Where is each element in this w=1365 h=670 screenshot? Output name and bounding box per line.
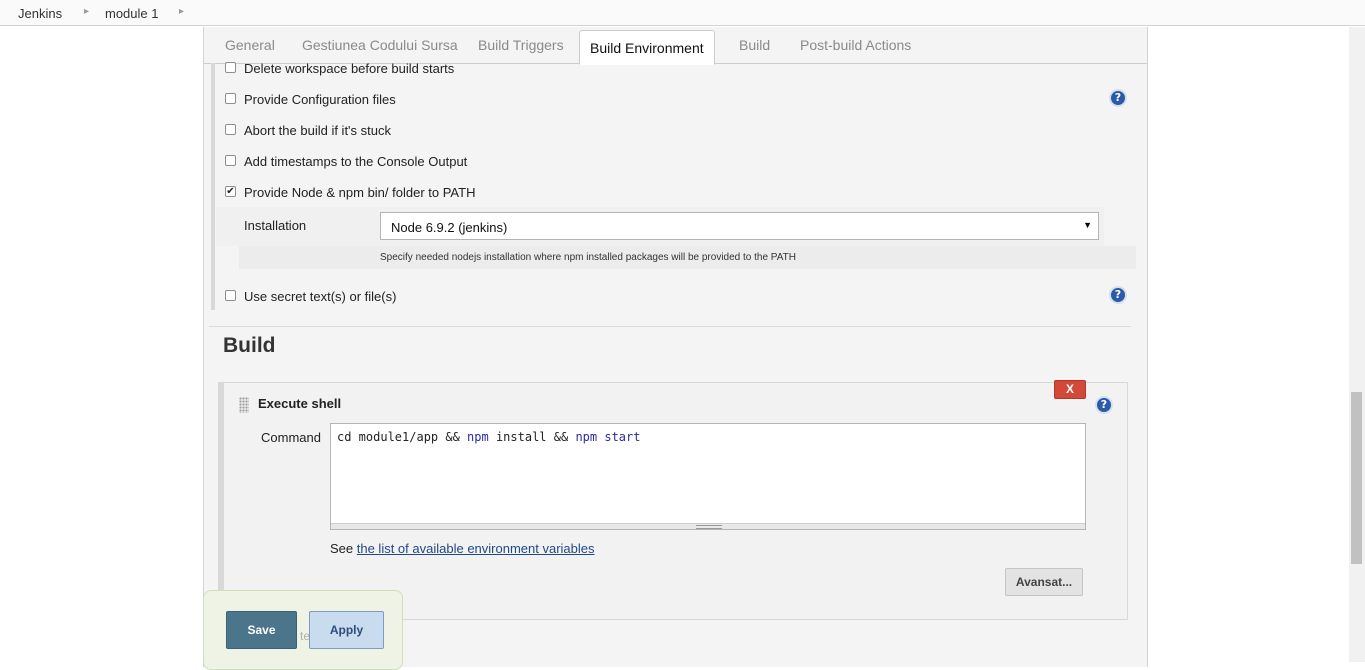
tab-build-triggers[interactable]: Build Triggers: [478, 37, 564, 53]
checkbox[interactable]: [225, 124, 236, 135]
tab-general[interactable]: General: [225, 37, 275, 53]
command-textarea[interactable]: cd module1/app && npm install && npm sta…: [330, 423, 1086, 530]
build-step-title: Execute shell: [258, 396, 342, 411]
help-icon[interactable]: ?: [1095, 396, 1113, 414]
dropdown-arrow-icon[interactable]: ▼: [1083, 220, 1092, 230]
env-vars-prefix: See: [330, 541, 357, 556]
breadcrumb: Jenkins ▸ module 1 ▸: [0, 0, 1365, 26]
tab-scm[interactable]: Gestiunea Codului Sursa: [302, 37, 458, 53]
tab-build-environment[interactable]: Build Environment: [579, 30, 715, 65]
checkbox[interactable]: [225, 155, 236, 166]
help-icon[interactable]: ?: [1109, 286, 1127, 304]
option-label: Provide Configuration files: [244, 92, 396, 107]
option-label: Use secret text(s) or file(s): [244, 289, 397, 304]
env-vars-link[interactable]: the list of available environment variab…: [357, 541, 595, 556]
checkbox[interactable]: [225, 290, 236, 301]
drag-handle-icon[interactable]: [239, 397, 249, 413]
breadcrumb-item-jenkins[interactable]: Jenkins: [18, 6, 62, 21]
section-tabs: General Gestiunea Codului Sursa Build Tr…: [204, 27, 1147, 65]
installation-hint: Specify needed nodejs installation where…: [380, 252, 796, 263]
scrollbar-thumb[interactable]: [1351, 392, 1362, 564]
textarea-resize-handle[interactable]: [331, 523, 1085, 529]
env-vars-line: See the list of available environment va…: [330, 541, 595, 556]
section-indent-bar: [211, 63, 215, 310]
tab-build[interactable]: Build: [739, 37, 770, 53]
installation-select[interactable]: Node 6.9.2 (jenkins) ▼: [380, 212, 1099, 240]
breadcrumb-item-module[interactable]: module 1: [105, 6, 158, 21]
option-label: Provide Node & npm bin/ folder to PATH: [244, 185, 476, 200]
command-label: Command: [261, 430, 321, 445]
installation-label: Installation: [244, 218, 307, 233]
resize-grip-icon: [696, 525, 722, 529]
section-title-build: Build: [223, 334, 276, 357]
installation-selected-value: Node 6.9.2 (jenkins): [391, 220, 508, 235]
checkbox-checked[interactable]: ✔: [225, 186, 236, 197]
option-label: Abort the build if it's stuck: [244, 123, 391, 138]
checkbox[interactable]: [225, 93, 236, 104]
advanced-button[interactable]: Avansat...: [1005, 568, 1083, 596]
section-divider: [209, 326, 1131, 327]
checkbox[interactable]: [225, 62, 236, 73]
apply-button[interactable]: Apply: [309, 611, 384, 649]
delete-step-button[interactable]: X: [1054, 380, 1086, 399]
help-icon[interactable]: ?: [1109, 89, 1127, 107]
save-button[interactable]: Save: [226, 611, 297, 649]
tab-post-build-actions[interactable]: Post-build Actions: [800, 37, 911, 53]
command-text: cd module1/app && npm install && npm sta…: [337, 430, 641, 444]
option-label: Add timestamps to the Console Output: [244, 154, 468, 169]
page-scrollbar[interactable]: [1349, 27, 1365, 662]
option-label: Delete workspace before build starts: [244, 61, 455, 76]
chevron-right-icon[interactable]: ▸: [179, 6, 184, 17]
chevron-right-icon[interactable]: ▸: [84, 6, 89, 17]
